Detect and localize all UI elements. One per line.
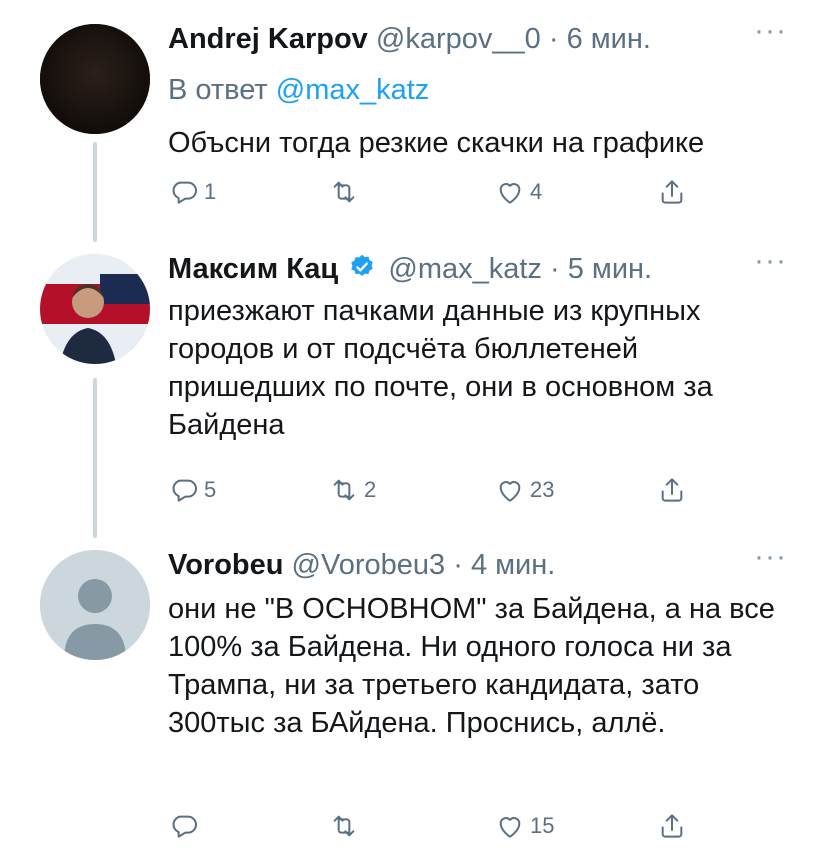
tweet-text: Объсни тогда резкие скачки на графике [168,127,705,159]
like-button[interactable]: 23 [494,474,554,506]
tweet[interactable]: Максим Кац @max_katz · 5 мин. ··· приезж… [0,240,827,540]
like-count: 15 [530,813,555,838]
share-icon [656,474,688,506]
reply-count: 1 [204,179,217,204]
author-handle[interactable]: @max_katz [388,253,542,285]
retweet-button[interactable]: 2 [328,474,376,506]
retweet-icon [328,176,360,208]
action-bar: 5 2 23 [168,474,787,506]
reply-context: В ответ @max_katz [168,70,787,110]
timestamp[interactable]: 5 мин. [568,253,652,285]
share-button[interactable] [656,810,688,842]
author-handle[interactable]: @karpov__0 [376,23,541,55]
heart-icon [494,810,526,842]
retweet-count: 2 [364,477,377,502]
timestamp[interactable]: 6 мин. [567,23,651,55]
separator: · [453,549,463,581]
avatar[interactable] [40,550,150,660]
like-button[interactable]: 15 [494,810,554,842]
reply-button[interactable]: 5 [168,474,216,506]
share-icon [656,810,688,842]
reply-icon [168,474,200,506]
author-name[interactable]: Andrej Karpov [168,23,368,55]
author-name[interactable]: Максим Кац [168,253,338,285]
reply-icon [168,810,200,842]
separator: · [549,253,560,285]
reply-icon [168,176,200,208]
heart-icon [494,474,526,506]
action-bar: 1 4 [168,176,787,208]
retweet-icon [328,810,360,842]
heart-icon [494,176,526,208]
more-options-icon[interactable]: ··· [754,540,787,574]
reply-mention-link[interactable]: @max_katz [276,74,430,106]
separator: · [548,23,559,55]
action-bar: 15 [168,810,787,842]
tweet[interactable]: Andrej Karpov @karpov__0 · 6 мин. ··· В … [0,0,827,240]
retweet-button[interactable] [328,810,364,842]
tweet-text: приезжают пачками данные из крупных горо… [168,295,713,441]
share-button[interactable] [656,176,688,208]
more-options-icon[interactable]: ··· [754,244,787,278]
like-count: 23 [530,477,555,502]
reply-label: В ответ [168,74,268,106]
like-count: 4 [530,179,543,204]
tweet[interactable]: Vorobeu @Vorobeu3 · 4 мин. ··· они не "В… [0,538,827,865]
reply-button[interactable] [168,810,204,842]
retweet-button[interactable] [328,176,364,208]
tweet-text: они не "В ОСНОВНОМ" за Байдена, а на все… [168,593,775,739]
more-options-icon[interactable]: ··· [754,14,787,48]
author-name[interactable]: Vorobeu [168,549,283,581]
reply-button[interactable]: 1 [168,176,216,208]
verified-badge-icon [348,253,376,289]
share-button[interactable] [656,474,688,506]
share-icon [656,176,688,208]
tweet-header: Максим Кац @max_katz · 5 мин. ··· [168,244,787,289]
tweet-header: Andrej Karpov @karpov__0 · 6 мин. ··· [168,14,787,58]
like-button[interactable]: 4 [494,176,542,208]
reply-count: 5 [204,477,217,502]
avatar[interactable] [40,24,150,134]
tweet-header: Vorobeu @Vorobeu3 · 4 мин. ··· [168,540,787,584]
retweet-icon [328,474,360,506]
avatar[interactable] [40,254,150,364]
author-handle[interactable]: @Vorobeu3 [292,549,446,581]
timestamp[interactable]: 4 мин. [471,549,555,581]
